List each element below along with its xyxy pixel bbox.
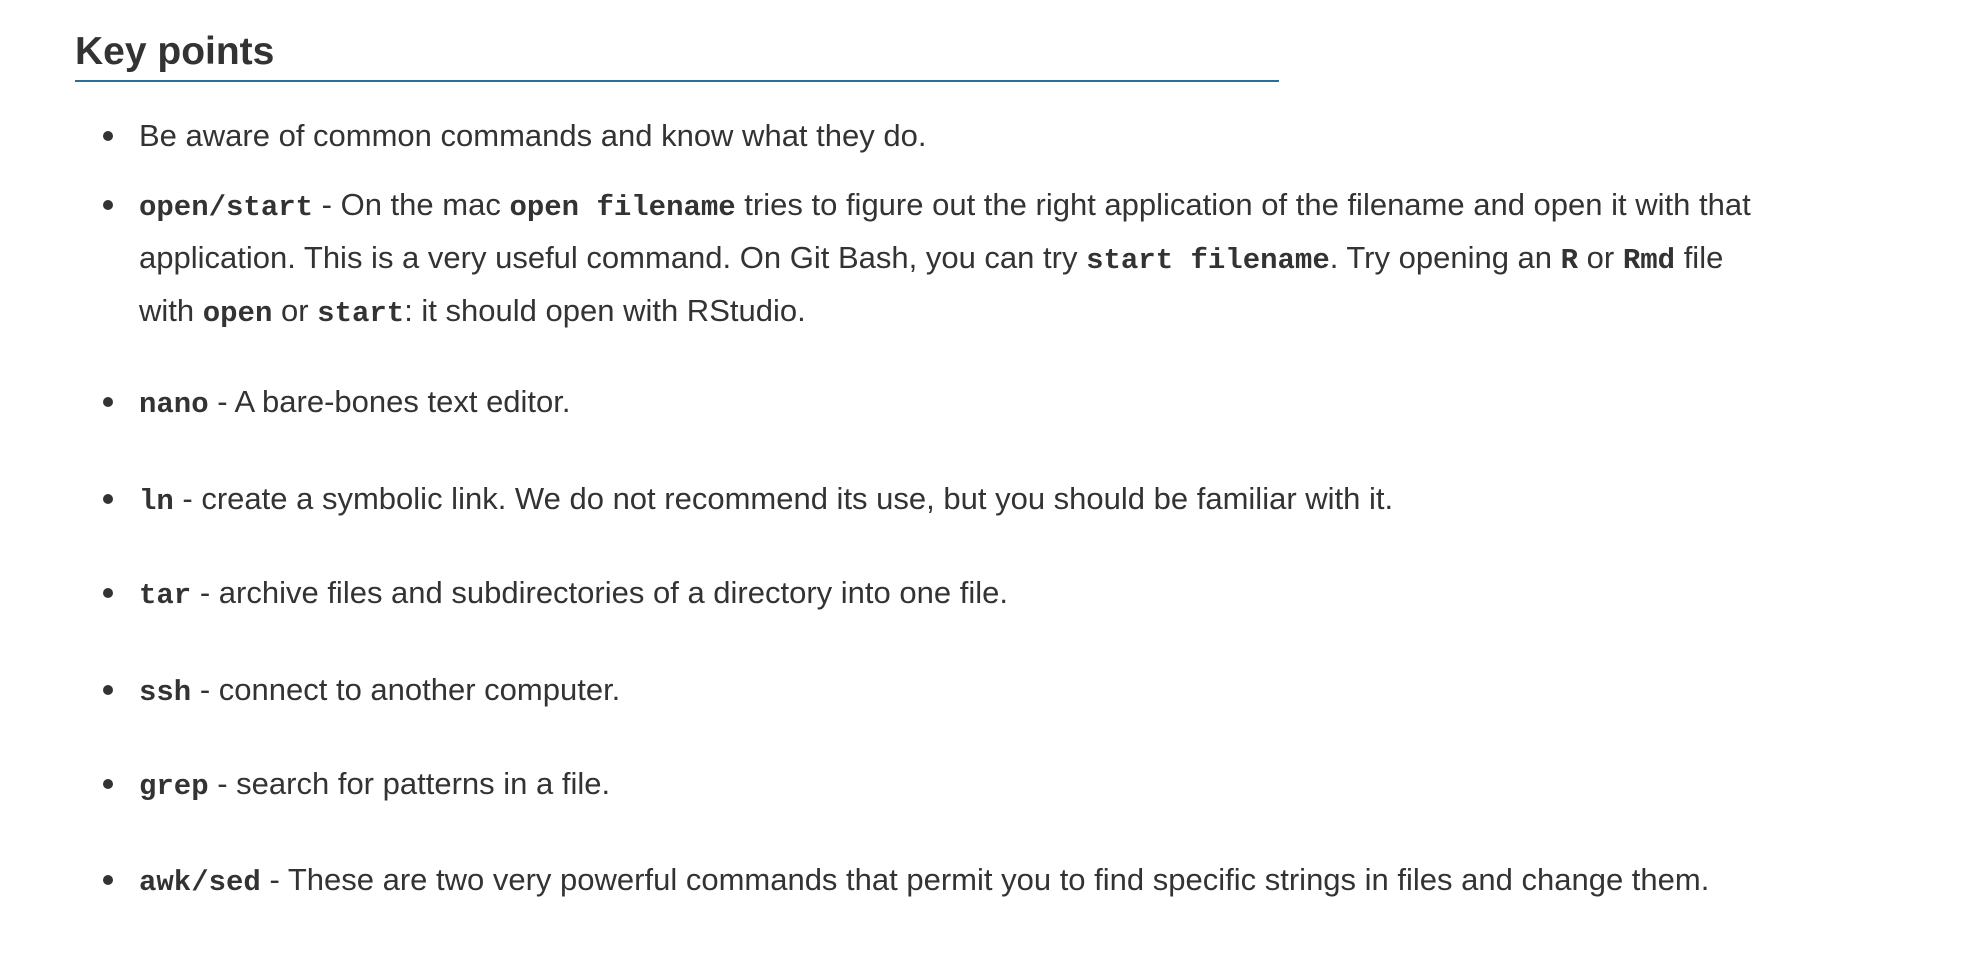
code-command: ssh [139, 676, 192, 709]
bullet-icon [103, 131, 113, 141]
item-text: - archive files and subdirectories of a … [191, 575, 1008, 610]
code-command: grep [139, 770, 209, 803]
code-command: open/start [139, 191, 314, 224]
code-inline: R [1560, 244, 1579, 277]
list-item-ln: ln - create a symbolic link. We do not r… [103, 474, 1939, 527]
item-line-1: open/start - On the mac open filename tr… [139, 180, 1939, 233]
item-text: : it should open with RStudio. [404, 293, 806, 328]
item-text: - A bare-bones text editor. [208, 384, 571, 419]
document-page: Key points Be aware of common commands a… [0, 0, 1966, 960]
item-text: . Try opening an [1329, 240, 1561, 275]
bullet-icon [103, 397, 113, 407]
item-line-3: with open or start: it should open with … [139, 286, 1939, 339]
section-heading: Key points [75, 30, 275, 73]
list-item-grep: grep - search for patterns in a file. [103, 759, 1939, 812]
code-inline: start filename [1086, 244, 1330, 277]
item-text: - create a symbolic link. We do not reco… [173, 481, 1394, 516]
item-text: - These are two very powerful commands t… [260, 862, 1710, 897]
item-line-2: application. This is a very useful comma… [139, 233, 1939, 286]
bullet-icon [103, 685, 113, 695]
item-text: - search for patterns in a file. [208, 766, 611, 801]
list-item-tar: tar - archive files and subdirectories o… [103, 568, 1939, 621]
code-inline: Rmd [1622, 244, 1676, 277]
heading-underline [75, 80, 1279, 82]
item-text: file [1675, 240, 1724, 275]
code-command: ln [139, 485, 174, 518]
list-item-open-start: open/start - On the mac open filename tr… [103, 180, 1939, 339]
code-inline: open [202, 297, 273, 330]
bullet-icon [103, 200, 113, 210]
item-text: or [1578, 240, 1623, 275]
item-text: or [272, 293, 318, 328]
list-item-awk-sed: awk/sed - These are two very powerful co… [103, 855, 1939, 908]
bullet-icon [103, 779, 113, 789]
item-text: - connect to another computer. [191, 672, 621, 707]
code-command: nano [139, 388, 209, 421]
bullet-icon [103, 494, 113, 504]
item-text: with [139, 293, 203, 328]
code-inline: start [317, 297, 405, 330]
list-item-common-commands: Be aware of common commands and know wha… [103, 111, 1939, 161]
bullet-icon [103, 875, 113, 885]
item-text: Be aware of common commands and know wha… [139, 118, 927, 153]
code-command: awk/sed [139, 866, 261, 899]
code-command: tar [139, 579, 192, 612]
list-item-ssh: ssh - connect to another computer. [103, 665, 1939, 718]
item-text: tries to figure out the right applicatio… [735, 187, 1751, 222]
item-text: application. This is a very useful comma… [139, 240, 1087, 275]
list-item-nano: nano - A bare-bones text editor. [103, 377, 1939, 430]
item-text: - On the mac [313, 187, 510, 222]
code-inline: open filename [509, 191, 736, 224]
bullet-icon [103, 588, 113, 598]
